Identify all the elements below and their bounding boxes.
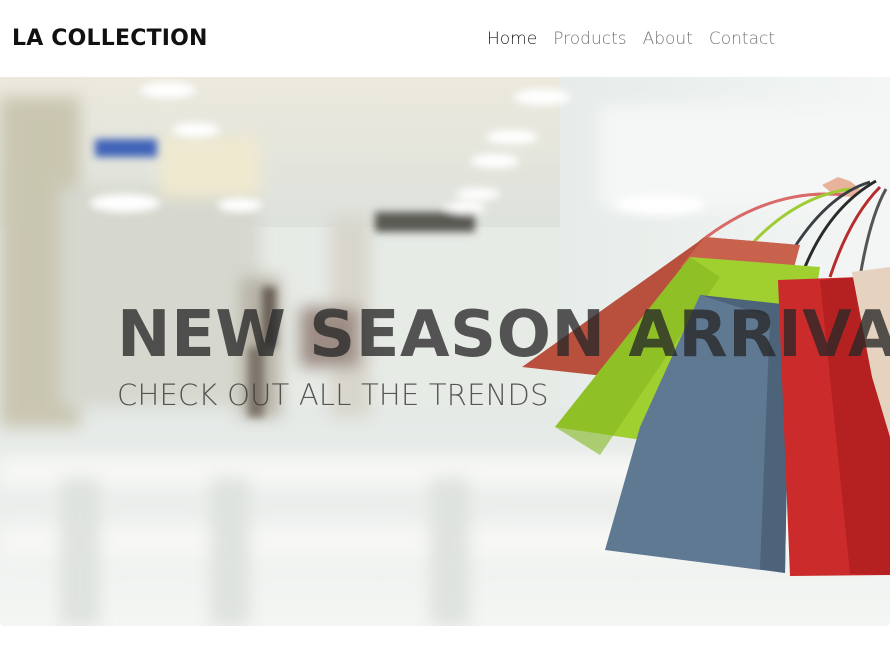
nav-about-link[interactable]: About (643, 27, 693, 51)
hero-heading: NEW SEASON ARRIVALS (117, 298, 890, 372)
brand-logo[interactable]: LA COLLECTION (12, 24, 208, 54)
page: LA COLLECTION Home Products About Contac… (0, 0, 890, 652)
nav-contact-link[interactable]: Contact (709, 27, 775, 51)
main-nav: Home Products About Contact (487, 27, 791, 51)
navbar: LA COLLECTION Home Products About Contac… (0, 0, 890, 77)
nav-products-link[interactable]: Products (553, 27, 626, 51)
hero-subheading: CHECK OUT ALL THE TRENDS (117, 378, 549, 412)
hero-banner: NEW SEASON ARRIVALS CHECK OUT ALL THE TR… (0, 77, 890, 626)
nav-home-link[interactable]: Home (487, 27, 537, 51)
